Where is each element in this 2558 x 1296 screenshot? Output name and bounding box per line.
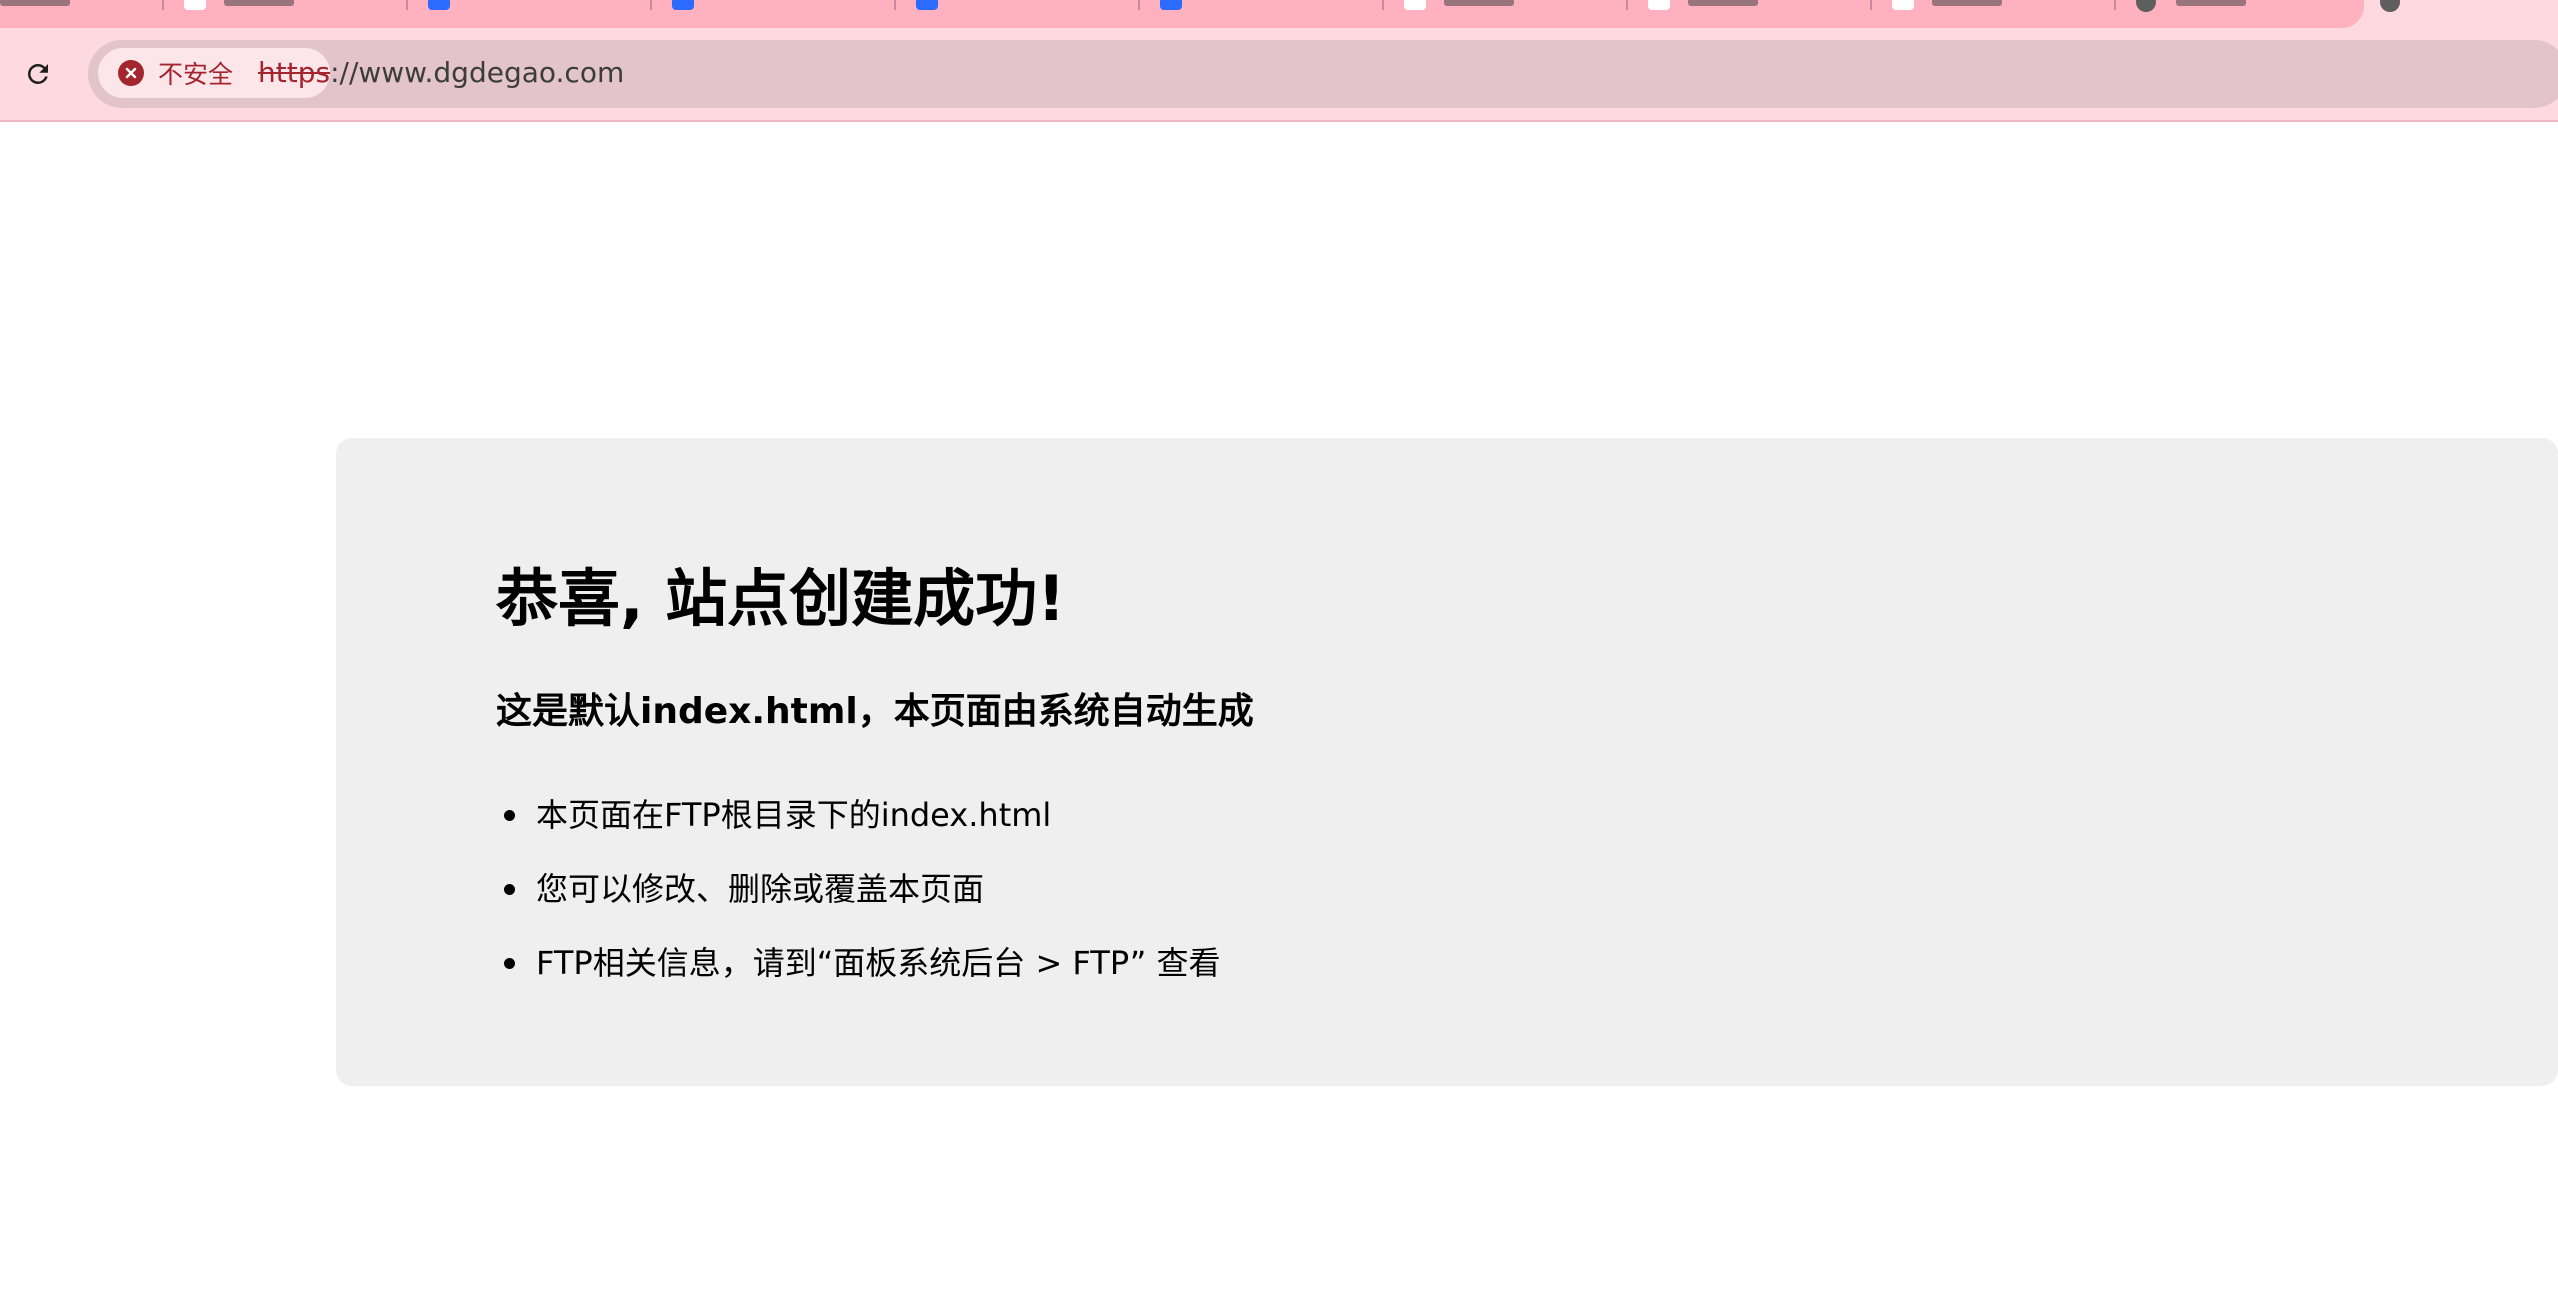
favicon-icon xyxy=(184,0,206,10)
browser-tab[interactable] xyxy=(1892,0,2122,14)
favicon-icon xyxy=(428,0,450,10)
favicon-icon xyxy=(1892,0,1914,10)
security-label: 不安全 xyxy=(158,60,234,89)
favicon-icon xyxy=(916,0,938,10)
info-list: 本页面在FTP根目录下的index.html 您可以修改、删除或覆盖本页面 FT… xyxy=(496,778,1220,1000)
tab-strip-active-area xyxy=(0,0,2364,28)
tab-separator xyxy=(162,0,164,10)
tab-separator xyxy=(1138,0,1140,10)
url-text[interactable]: https://www.dgdegao.com xyxy=(258,56,624,89)
tab-title-placeholder xyxy=(1688,0,1758,6)
browser-tab[interactable] xyxy=(916,0,1146,14)
favicon-icon xyxy=(1648,0,1670,10)
tab-title-placeholder xyxy=(224,0,294,6)
url-scheme: https xyxy=(258,56,331,89)
close-circle-icon xyxy=(118,60,144,86)
browser-tab[interactable] xyxy=(1648,0,1878,14)
tab-title-placeholder xyxy=(1932,0,2002,6)
favicon-icon xyxy=(1160,0,1182,10)
url-rest: ://www.dgdegao.com xyxy=(330,56,625,89)
favicon-icon xyxy=(2380,0,2400,12)
tab-title-placeholder xyxy=(2176,0,2246,6)
browser-tab[interactable] xyxy=(0,0,210,14)
address-bar[interactable]: 不安全 https://www.dgdegao.com xyxy=(88,40,2558,108)
list-item-text: 本页面在FTP根目录下的index.html xyxy=(536,796,1052,834)
page-subtitle: 这是默认index.html，本页面由系统自动生成 xyxy=(496,691,1254,732)
browser-tab[interactable] xyxy=(2136,0,2366,14)
favicon-icon xyxy=(1404,0,1426,10)
bullet-icon xyxy=(504,810,515,821)
tab-separator xyxy=(894,0,896,10)
tab-separator xyxy=(1382,0,1384,10)
bullet-icon xyxy=(504,884,515,895)
browser-tab[interactable] xyxy=(672,0,902,14)
bullet-icon xyxy=(504,958,515,969)
reload-icon xyxy=(28,63,48,84)
tab-title-placeholder xyxy=(0,0,70,6)
tab-title-placeholder xyxy=(1444,0,1514,6)
tab-separator xyxy=(1626,0,1628,10)
tab-separator xyxy=(2114,0,2116,10)
tab-separator xyxy=(406,0,408,10)
tab-separator xyxy=(650,0,652,10)
list-item: 本页面在FTP根目录下的index.html xyxy=(496,778,1220,852)
reload-button[interactable] xyxy=(14,50,62,98)
tab-strip xyxy=(0,0,2558,28)
welcome-card: 恭喜, 站点创建成功! 这是默认index.html，本页面由系统自动生成 本页… xyxy=(336,438,2558,1086)
browser-tab[interactable] xyxy=(1160,0,1390,14)
list-item-text: FTP相关信息，请到“面板系统后台 > FTP” 查看 xyxy=(536,944,1221,982)
browser-tab[interactable] xyxy=(428,0,658,14)
browser-tab[interactable] xyxy=(1404,0,1634,14)
browser-tab[interactable] xyxy=(2380,0,2558,14)
browser-tab[interactable] xyxy=(184,0,414,14)
list-item: 您可以修改、删除或覆盖本页面 xyxy=(496,852,1220,926)
list-item-text: 您可以修改、删除或覆盖本页面 xyxy=(536,870,985,908)
browser-toolbar: 不安全 https://www.dgdegao.com xyxy=(0,28,2558,122)
list-item: FTP相关信息，请到“面板系统后台 > FTP” 查看 xyxy=(496,926,1220,1000)
tab-separator xyxy=(1870,0,1872,10)
favicon-icon xyxy=(672,0,694,10)
favicon-icon xyxy=(2136,0,2156,12)
page-title: 恭喜, 站点创建成功! xyxy=(496,562,1066,635)
